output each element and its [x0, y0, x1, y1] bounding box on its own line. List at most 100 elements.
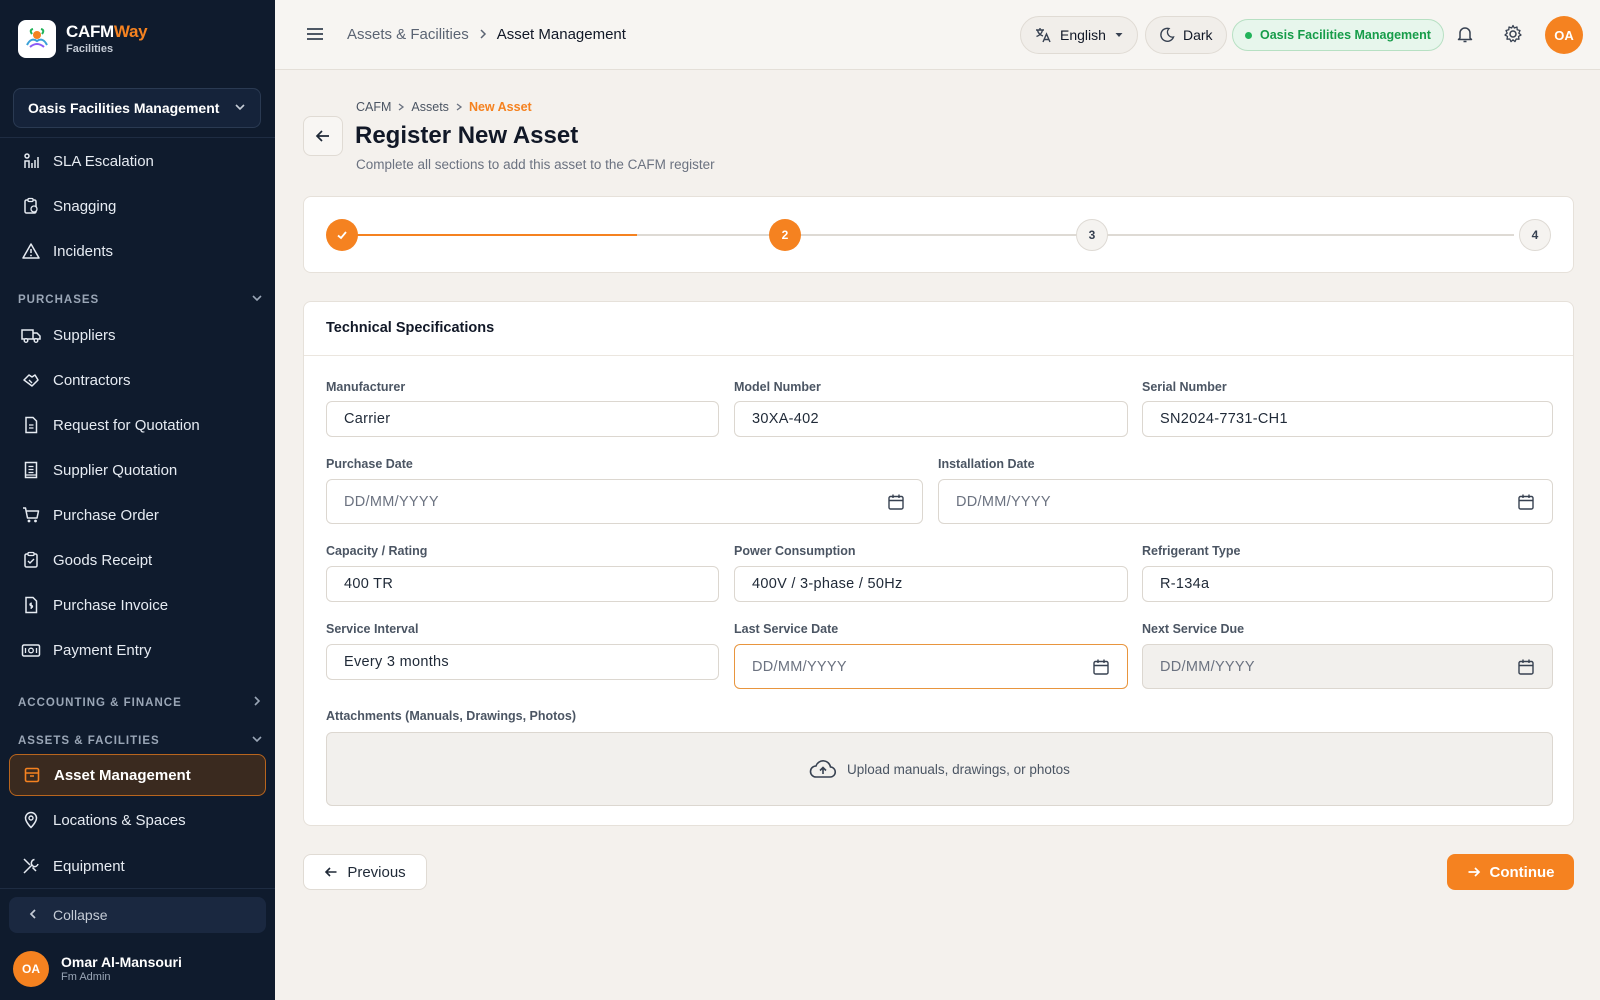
- continue-button[interactable]: Continue: [1447, 854, 1574, 890]
- installation-date-label: Installation Date: [938, 457, 1035, 471]
- arrow-left-icon: [315, 128, 331, 144]
- power-consumption-field[interactable]: 400V / 3-phase / 50Hz: [734, 566, 1128, 602]
- brand[interactable]: CAFMWay Facilities: [18, 20, 148, 58]
- section-assets-label: ASSETS & FACILITIES: [18, 734, 160, 747]
- installation-date-field[interactable]: DD/MM/YYYY: [938, 479, 1553, 524]
- sidebar-item-incidents[interactable]: Incidents: [9, 230, 266, 272]
- avatar[interactable]: OA: [1545, 16, 1583, 54]
- serial-number-field[interactable]: SN2024-7731-CH1: [1142, 401, 1553, 437]
- sidebar-item-label: SLA Escalation: [53, 152, 154, 170]
- sidebar-item-label: Equipment: [53, 857, 125, 875]
- sidebar-item-request-for-quotation[interactable]: Request for Quotation: [9, 404, 266, 446]
- theme-toggle[interactable]: Dark: [1145, 16, 1227, 54]
- service-interval-field[interactable]: Every 3 months: [326, 644, 719, 680]
- chevron-right-icon: [397, 100, 405, 114]
- bell-icon[interactable]: [1455, 24, 1475, 49]
- sidebar-item-label: Goods Receipt: [53, 551, 153, 569]
- sidebar-item-label: Purchase Order: [53, 506, 159, 524]
- previous-button[interactable]: Previous: [303, 854, 427, 890]
- sidebar-item-supplier-quotation[interactable]: Supplier Quotation: [9, 449, 266, 491]
- calendar-icon[interactable]: [887, 493, 905, 511]
- organization-status-badge[interactable]: Oasis Facilities Management: [1232, 19, 1444, 51]
- attachments-dropzone[interactable]: Upload manuals, drawings, or photos: [326, 732, 1553, 806]
- sidebar-item-label: Snagging: [53, 197, 117, 215]
- section-purchases[interactable]: PURCHASES: [18, 292, 263, 307]
- sidebar-item-equipment[interactable]: Equipment: [9, 845, 266, 887]
- calendar-icon[interactable]: [1517, 493, 1535, 511]
- step-2-current[interactable]: 2: [769, 219, 801, 251]
- page-subtitle: Complete all sections to add this asset …: [356, 157, 715, 172]
- breadcrumb-parent[interactable]: Assets & Facilities: [347, 26, 469, 43]
- menu-icon[interactable]: [305, 24, 325, 49]
- breadcrumb-item[interactable]: Assets: [411, 100, 449, 114]
- section-assets-facilities[interactable]: ASSETS & FACILITIES: [18, 733, 263, 748]
- handshake-icon: [21, 370, 41, 390]
- chevron-down-icon: [234, 100, 246, 116]
- brand-subtitle: Facilities: [66, 43, 114, 55]
- organization-badge-label: Oasis Facilities Management: [1260, 28, 1431, 42]
- truck-icon: [21, 325, 41, 345]
- technical-specifications-card: Technical Specifications Manufacturer Ca…: [303, 301, 1574, 826]
- chevron-down-icon: [251, 292, 263, 307]
- sidebar-item-purchase-invoice[interactable]: Purchase Invoice: [9, 584, 266, 626]
- breadcrumb-item[interactable]: CAFM: [356, 100, 391, 114]
- sidebar-item-goods-receipt[interactable]: Goods Receipt: [9, 539, 266, 581]
- step-connector: [637, 234, 783, 236]
- chevron-right-icon: [455, 100, 463, 114]
- language-label: English: [1060, 27, 1106, 43]
- location-pin-icon: [21, 810, 41, 830]
- page-title: Register New Asset: [355, 122, 579, 149]
- sidebar-item-label: Payment Entry: [53, 641, 152, 659]
- sidebar-item-snagging[interactable]: Snagging: [9, 185, 266, 227]
- attachments-label: Attachments (Manuals, Drawings, Photos): [326, 709, 577, 723]
- calendar-icon[interactable]: [1092, 658, 1110, 676]
- sidebar: CAFMWay Facilities Oasis Facilities Mana…: [0, 0, 275, 1000]
- back-button[interactable]: [303, 116, 343, 156]
- archive-icon: [22, 765, 42, 785]
- breadcrumb: Assets & Facilities Asset Management: [347, 26, 626, 43]
- brand-name: CAFMWay: [66, 22, 148, 41]
- previous-label: Previous: [347, 863, 406, 881]
- collapse-label: Collapse: [53, 907, 108, 923]
- language-select[interactable]: English: [1020, 16, 1138, 54]
- sidebar-item-contractors[interactable]: Contractors: [9, 359, 266, 401]
- check-icon: [336, 229, 348, 241]
- next-service-due-field: DD/MM/YYYY: [1142, 644, 1553, 689]
- sidebar-item-suppliers[interactable]: Suppliers: [9, 314, 266, 356]
- capacity-field[interactable]: 400 TR: [326, 566, 719, 602]
- section-accounting-finance[interactable]: ACCOUNTING & FINANCE: [18, 695, 263, 710]
- breadcrumb-current: Asset Management: [496, 26, 626, 43]
- sidebar-item-purchase-order[interactable]: Purchase Order: [9, 494, 266, 536]
- last-service-date-field[interactable]: DD/MM/YYYY: [734, 644, 1128, 689]
- arrow-left-icon: [324, 865, 338, 879]
- gear-icon[interactable]: [1503, 24, 1523, 49]
- manufacturer-field[interactable]: Carrier: [326, 401, 719, 437]
- arrow-right-icon: [1467, 865, 1481, 879]
- purchase-date-field[interactable]: DD/MM/YYYY: [326, 479, 923, 524]
- service-interval-label: Service Interval: [326, 622, 419, 636]
- sidebar-divider: [0, 137, 275, 138]
- refrigerant-type-field[interactable]: R-134a: [1142, 566, 1553, 602]
- sidebar-item-payment-entry[interactable]: Payment Entry: [9, 629, 266, 671]
- capacity-label: Capacity / Rating: [326, 544, 428, 558]
- collapse-sidebar-button[interactable]: Collapse: [9, 897, 266, 933]
- step-4[interactable]: 4: [1519, 219, 1551, 251]
- warning-icon: [21, 241, 41, 261]
- user-profile[interactable]: OA Omar Al-Mansouri Fm Admin: [13, 951, 182, 987]
- chevron-down-icon: [251, 733, 263, 748]
- sidebar-item-asset-management[interactable]: Asset Management: [9, 754, 266, 796]
- section-title: Technical Specifications: [304, 302, 1573, 356]
- manufacturer-label: Manufacturer: [326, 380, 406, 394]
- organization-select[interactable]: Oasis Facilities Management: [13, 88, 261, 128]
- model-number-field[interactable]: 30XA-402: [734, 401, 1128, 437]
- calendar-icon: [1517, 658, 1535, 676]
- step-connector: [800, 234, 1090, 236]
- step-1-complete[interactable]: [326, 219, 358, 251]
- sidebar-item-locations-spaces[interactable]: Locations & Spaces: [9, 799, 266, 841]
- receipt-icon: [21, 460, 41, 480]
- organization-select-label: Oasis Facilities Management: [28, 100, 220, 116]
- step-3[interactable]: 3: [1076, 219, 1108, 251]
- sidebar-item-label: Locations & Spaces: [53, 811, 186, 829]
- sidebar-item-sla-escalation[interactable]: SLA Escalation: [9, 140, 266, 182]
- cart-icon: [21, 505, 41, 525]
